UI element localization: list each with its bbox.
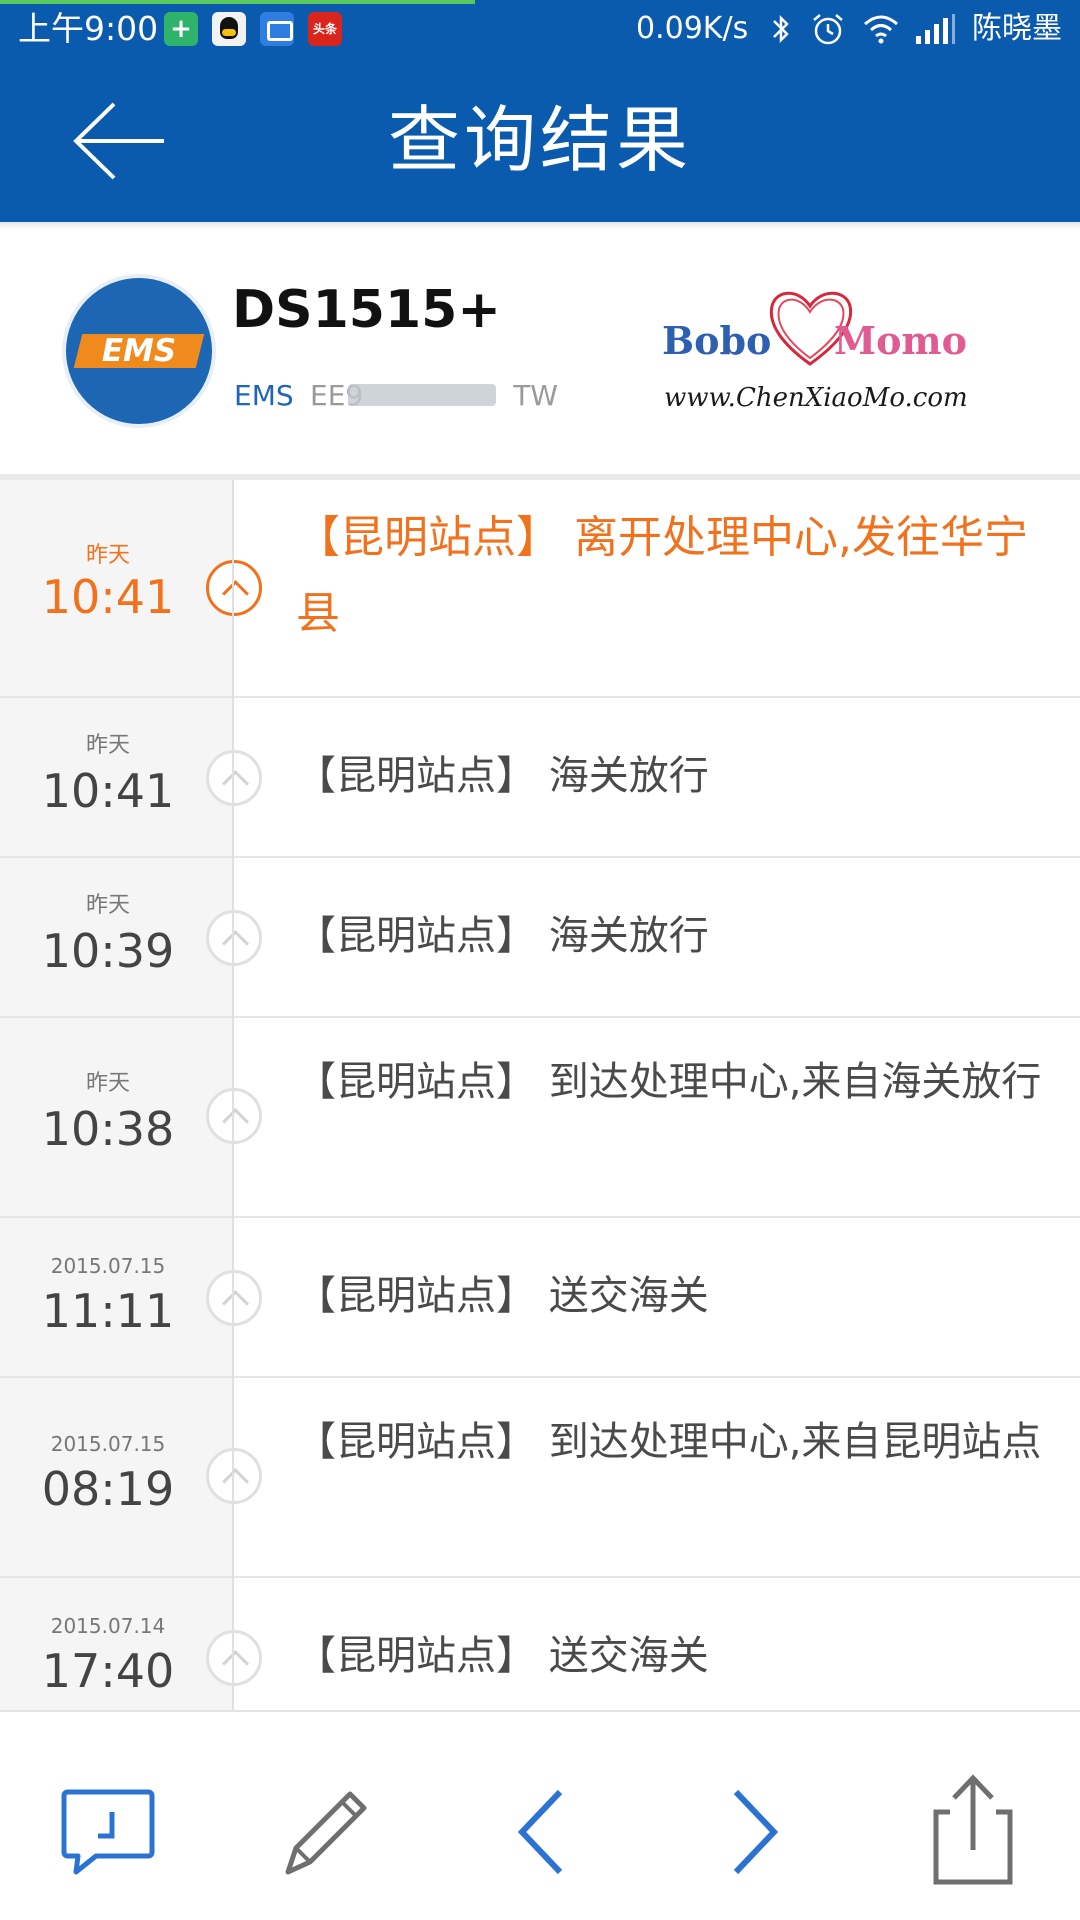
timeline-node-icon [206,1088,262,1144]
event-time: 10:41 [41,764,175,818]
timeline-axis [232,480,234,1710]
titlebar-shadow [0,222,1080,230]
timeline-time-cell: 2015.07.14 17:40 [0,1578,232,1710]
share-icon[interactable] [912,1772,1032,1892]
next-chevron-icon[interactable] [694,1772,814,1892]
timeline-time-cell: 昨天 10:38 [0,1018,232,1216]
event-time: 10:39 [41,924,175,978]
event-time: 11:11 [41,1284,175,1338]
bottom-toolbar [0,1710,1080,1920]
package-name: DS1515+ [232,280,501,340]
event-description: 【昆明站点】 海关放行 [296,913,709,959]
timeline-node-icon [206,750,262,806]
timeline-node-icon [206,1448,262,1504]
tracking-timeline[interactable]: 昨天 10:41 【昆明站点】 离开处理中心,发往华宁县 昨天 10:41 【昆… [0,480,1080,1710]
event-time: 17:40 [41,1644,175,1698]
timeline-time-cell: 昨天 10:39 [0,858,232,1016]
timeline-row[interactable]: 2015.07.15 08:19 【昆明站点】 到达处理中心,来自昆明站点 [0,1378,1080,1578]
timeline-node-icon [206,910,262,966]
event-description: 【昆明站点】 送交海关 [296,1633,709,1679]
timeline-node-icon [206,560,262,616]
tracking-suffix: TW [513,379,558,412]
event-time: 10:38 [41,1102,175,1156]
event-time: 10:41 [41,570,175,624]
event-date: 2015.07.15 [50,1254,166,1278]
security-shield-icon [164,12,198,46]
network-speed: 0.09K/s [636,11,749,46]
event-date: 昨天 [85,1071,130,1096]
watermark-right-text: Momo [834,318,967,363]
toutiao-icon-label: 头条 [312,22,337,36]
timeline-node-icon [206,1630,262,1686]
carrier-label: EMS [234,379,294,412]
page-load-progress [0,0,475,4]
edit-pencil-icon[interactable] [266,1772,386,1892]
timeline-row[interactable]: 昨天 10:39 【昆明站点】 海关放行 [0,858,1080,1018]
signal-icon [916,14,955,44]
event-description: 【昆明站点】 到达处理中心,来自昆明站点 [296,1419,1042,1465]
timeline-time-cell: 2015.07.15 08:19 [0,1378,232,1576]
event-date: 2015.07.15 [50,1432,166,1456]
status-bar: 上午9:00 头条 0.09K/s 陈晓墨 [0,0,1080,58]
event-date: 昨天 [85,543,130,568]
timeline-time-cell: 昨天 10:41 [0,698,232,856]
bluetooth-icon [773,14,789,44]
timeline-row[interactable]: 昨天 10:38 【昆明站点】 到达处理中心,来自海关放行 [0,1018,1080,1218]
title-bar: 查询结果 [0,58,1080,222]
event-date: 2015.07.14 [50,1614,166,1638]
previous-chevron-icon[interactable] [482,1772,602,1892]
event-description: 【昆明站点】 送交海关 [296,1273,709,1319]
alarm-icon [813,14,843,45]
message-icon[interactable] [48,1772,168,1892]
event-date: 昨天 [85,733,130,758]
message-icon [260,12,294,46]
tracking-redaction [348,384,496,406]
timeline-row[interactable]: 昨天 10:41 【昆明站点】 离开处理中心,发往华宁县 [0,480,1080,698]
watermark-logo: Bobo Momo www.ChenXiaoMo.com [658,282,978,432]
timeline-node-icon [206,1270,262,1326]
event-description: 【昆明站点】 离开处理中心,发往华宁县 [296,512,1028,639]
watermark-left-text: Bobo [662,318,772,363]
timeline-row[interactable]: 2015.07.15 11:11 【昆明站点】 送交海关 [0,1218,1080,1378]
status-time: 上午9:00 [18,9,159,48]
page-title: 查询结果 [387,98,692,182]
watermark-url: www.ChenXiaoMo.com [664,383,968,413]
timeline-row[interactable]: 2015.07.14 17:40 【昆明站点】 送交海关 [0,1578,1080,1710]
event-description: 【昆明站点】 到达处理中心,来自海关放行 [296,1059,1042,1105]
ems-logo: EMS [66,278,212,424]
toutiao-icon: 头条 [308,12,342,46]
carrier-name: 陈晓墨 [972,11,1062,46]
timeline-row[interactable]: 昨天 10:41 【昆明站点】 海关放行 [0,698,1080,858]
timeline-time-cell: 2015.07.15 11:11 [0,1218,232,1376]
event-date: 昨天 [85,893,130,918]
qq-icon [212,12,246,46]
package-header: EMS DS1515+ EMS EE9 TW Bobo Momo www.Chen… [0,230,1080,474]
event-description: 【昆明站点】 海关放行 [296,753,709,799]
timeline-time-cell: 昨天 10:41 [0,480,232,696]
event-time: 08:19 [41,1462,175,1516]
wifi-icon [864,15,898,44]
ems-logo-text: EMS [101,333,177,369]
